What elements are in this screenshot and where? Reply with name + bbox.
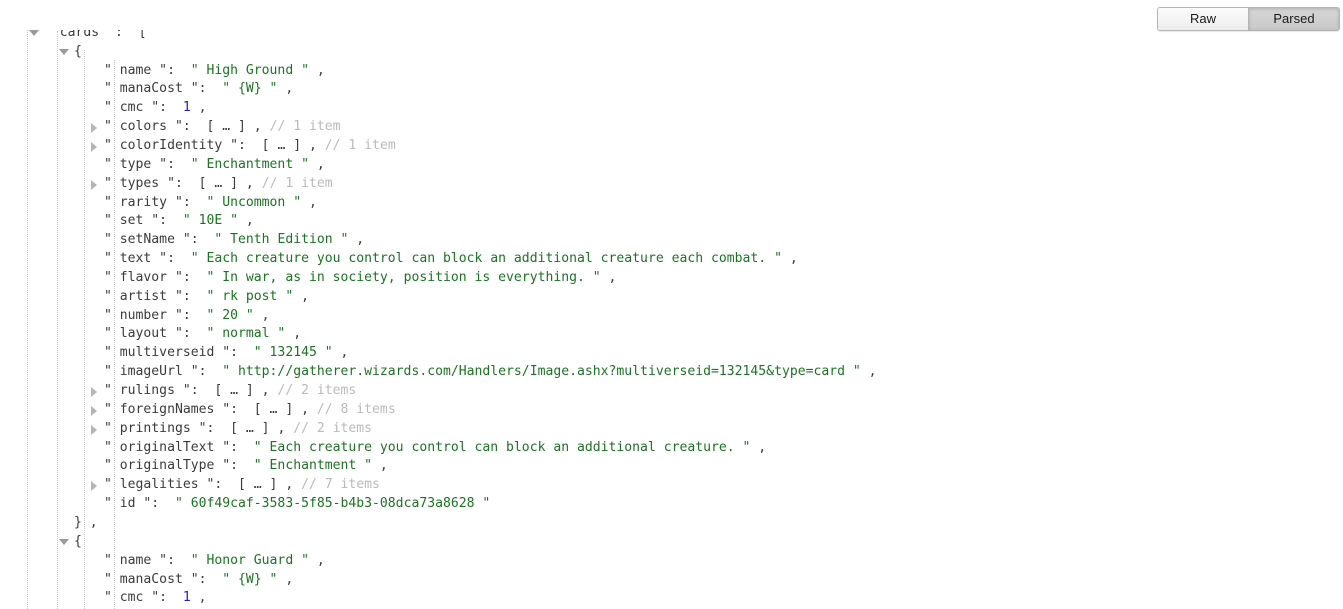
expand-triangle-icon[interactable] bbox=[88, 401, 100, 420]
json-row[interactable]: " cmc ": 1 , bbox=[0, 589, 1343, 608]
json-row-content: " imageUrl ": " http://gatherer.wizards.… bbox=[104, 364, 877, 380]
triangle-glyph bbox=[59, 48, 69, 55]
json-row[interactable]: " multiverseid ": " 132145 " , bbox=[0, 344, 1343, 363]
expand-triangle-icon[interactable] bbox=[88, 137, 100, 156]
json-row-content: " cmc ": 1 , bbox=[104, 590, 207, 606]
json-row-content: " foreignNames ": [ … ] , // 8 items bbox=[104, 401, 396, 417]
json-row[interactable]: " types ": [ … ] , // 1 item bbox=[0, 175, 1343, 194]
indent-guide-line bbox=[57, 31, 58, 609]
json-row[interactable]: " cmc ": 1 , bbox=[0, 99, 1343, 118]
json-row[interactable]: " legalities ": [ … ] , // 7 items bbox=[0, 476, 1343, 495]
json-row[interactable]: { bbox=[0, 43, 1343, 62]
json-row-content: " originalText ": " Each creature you co… bbox=[104, 439, 767, 455]
json-row-content: " multiverseid ": " 132145 " , bbox=[104, 345, 349, 361]
json-row[interactable]: " set ": " 10E " , bbox=[0, 212, 1343, 231]
json-row[interactable]: " flavor ": " In war, as in society, pos… bbox=[0, 269, 1343, 288]
json-row-content: " number ": " 20 " , bbox=[104, 307, 270, 323]
json-row-content: " types ": [ … ] , // 1 item bbox=[104, 175, 333, 191]
json-row[interactable]: " colorIdentity ": [ … ] , // 1 item bbox=[0, 137, 1343, 156]
expand-triangle-icon[interactable] bbox=[88, 118, 100, 137]
triangle-glyph bbox=[59, 538, 69, 545]
triangle-glyph bbox=[91, 481, 97, 492]
json-row-content: " type ": " Enchantment " , bbox=[104, 156, 325, 172]
json-row-content: " artist ": " rk post " , bbox=[104, 288, 309, 304]
parsed-tab-button[interactable]: Parsed bbox=[1248, 8, 1339, 30]
indent-guide-line bbox=[27, 12, 28, 609]
json-row-content: " name ": " High Ground " , bbox=[104, 62, 325, 78]
expand-triangle-icon[interactable] bbox=[88, 175, 100, 194]
triangle-glyph bbox=[29, 29, 39, 36]
collapse-triangle-icon[interactable] bbox=[58, 533, 70, 552]
json-row[interactable]: " artist ": " rk post " , bbox=[0, 288, 1343, 307]
json-row[interactable]: " id ": " 60f49caf-3583-5f85-b4b3-08dca7… bbox=[0, 495, 1343, 514]
json-row[interactable]: " name ": " Honor Guard " , bbox=[0, 552, 1343, 571]
json-row-content: " manaCost ": " {W} " , bbox=[104, 81, 294, 97]
triangle-glyph bbox=[91, 387, 97, 397]
expand-triangle-icon[interactable] bbox=[88, 420, 100, 439]
json-viewer-panel[interactable]: {" cards ": [{" name ": " High Ground " … bbox=[0, 0, 1343, 609]
json-row[interactable]: { bbox=[0, 533, 1343, 552]
triangle-glyph bbox=[91, 424, 97, 435]
json-row[interactable]: " type ": " Enchantment " , bbox=[0, 156, 1343, 175]
view-mode-toggle-group[interactable]: Raw Parsed bbox=[1157, 7, 1340, 31]
json-row-content: { bbox=[74, 533, 82, 549]
json-row[interactable]: " number ": " 20 " , bbox=[0, 307, 1343, 326]
json-row-content: } , bbox=[74, 514, 98, 530]
json-row-content: " setName ": " Tenth Edition " , bbox=[104, 232, 365, 248]
json-row-content: " printings ": [ … ] , // 2 items bbox=[104, 420, 373, 436]
json-row[interactable]: " originalType ": " Enchantment " , bbox=[0, 457, 1343, 476]
json-row-content: " legalities ": [ … ] , // 7 items bbox=[104, 477, 380, 493]
triangle-glyph bbox=[91, 405, 97, 416]
expand-triangle-icon[interactable] bbox=[88, 476, 100, 495]
json-row[interactable]: " foreignNames ": [ … ] , // 8 items bbox=[0, 401, 1343, 420]
json-row[interactable]: } , bbox=[0, 514, 1343, 533]
json-row[interactable]: " layout ": " normal " , bbox=[0, 325, 1343, 344]
triangle-glyph bbox=[91, 141, 97, 152]
json-row-content: " cmc ": 1 , bbox=[104, 100, 207, 116]
json-row-content: " layout ": " normal " , bbox=[104, 326, 302, 342]
json-row[interactable]: " manaCost ": " {W} " , bbox=[0, 80, 1343, 99]
collapse-triangle-icon[interactable] bbox=[58, 43, 70, 62]
json-row[interactable]: " manaCost ": " {W} " , bbox=[0, 571, 1343, 590]
json-row[interactable]: " colors ": [ … ] , // 1 item bbox=[0, 118, 1343, 137]
json-row[interactable]: " rulings ": [ … ] , // 2 items bbox=[0, 382, 1343, 401]
json-row[interactable]: " imageUrl ": " http://gatherer.wizards.… bbox=[0, 363, 1343, 382]
json-row-content: " colorIdentity ": [ … ] , // 1 item bbox=[104, 137, 396, 153]
json-row-content: " flavor ": " In war, as in society, pos… bbox=[104, 269, 617, 285]
json-row[interactable]: " name ": " High Ground " , bbox=[0, 62, 1343, 81]
json-row-content: { bbox=[74, 43, 82, 59]
json-row-content: " rarity ": " Uncommon " , bbox=[104, 194, 317, 210]
raw-tab-button[interactable]: Raw bbox=[1158, 8, 1248, 30]
json-row-content: " id ": " 60f49caf-3583-5f85-b4b3-08dca7… bbox=[104, 496, 491, 512]
json-row[interactable]: " originalText ": " Each creature you co… bbox=[0, 439, 1343, 458]
triangle-glyph bbox=[91, 123, 97, 134]
json-row-content: " manaCost ": " {W} " , bbox=[104, 571, 294, 587]
json-viewer-toolbar: Raw Parsed bbox=[0, 0, 1343, 31]
expand-triangle-icon[interactable] bbox=[88, 382, 100, 401]
json-row[interactable]: " printings ": [ … ] , // 2 items bbox=[0, 420, 1343, 439]
json-row-content: " text ": " Each creature you control ca… bbox=[104, 251, 798, 267]
json-row-content: " colors ": [ … ] , // 1 item bbox=[104, 119, 341, 135]
json-row-content: " name ": " Honor Guard " , bbox=[104, 552, 325, 568]
json-row[interactable]: " rarity ": " Uncommon " , bbox=[0, 194, 1343, 213]
json-row-content: " rulings ": [ … ] , // 2 items bbox=[104, 383, 357, 398]
json-row-content: " set ": " 10E " , bbox=[104, 213, 254, 229]
json-row[interactable]: " setName ": " Tenth Edition " , bbox=[0, 231, 1343, 250]
triangle-glyph bbox=[91, 179, 97, 190]
json-row-content: " originalType ": " Enchantment " , bbox=[104, 458, 388, 474]
json-row[interactable]: " text ": " Each creature you control ca… bbox=[0, 250, 1343, 269]
